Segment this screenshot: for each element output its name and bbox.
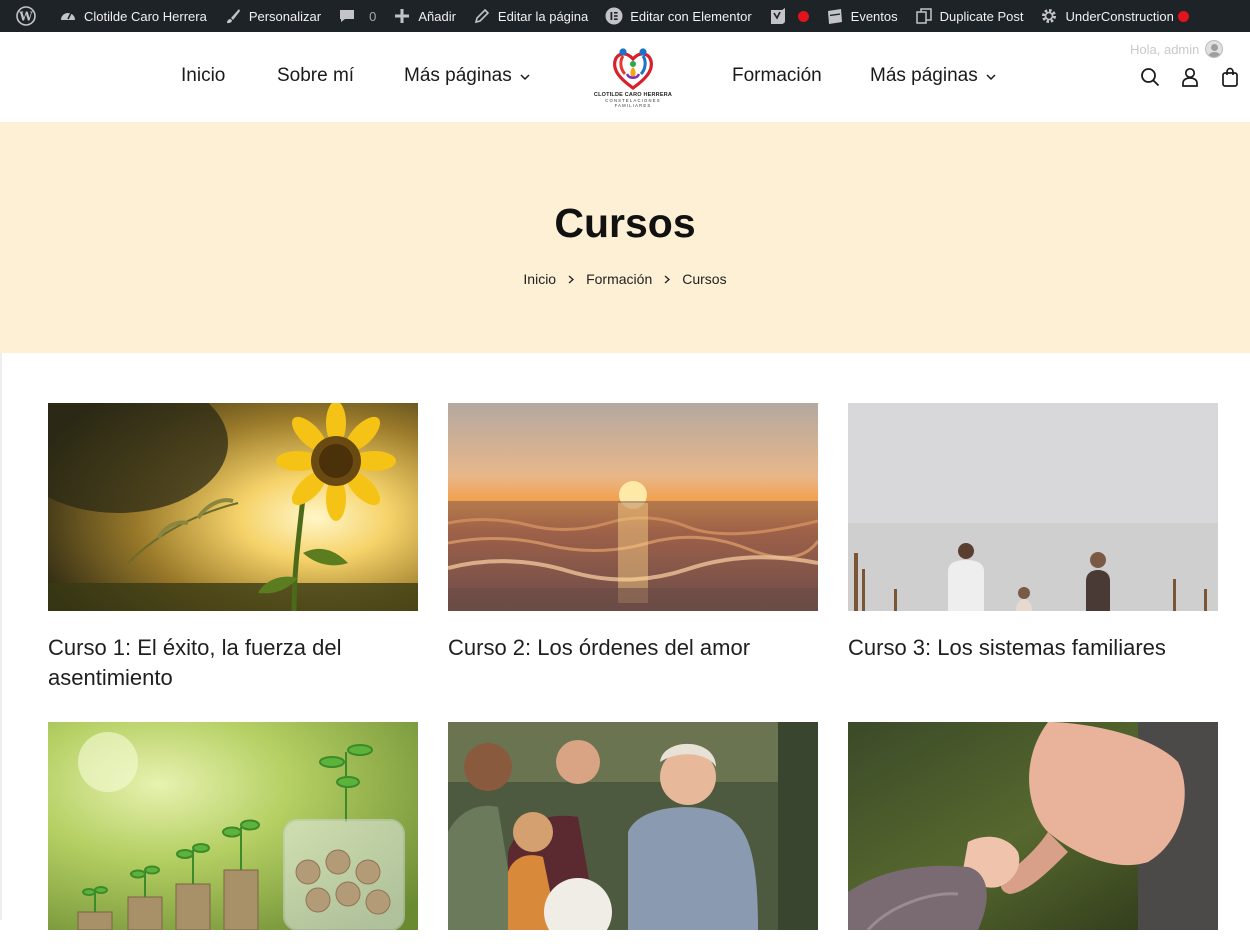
- course-grid: Curso 1: El éxito, la fuerza del asentim…: [0, 353, 1250, 930]
- course-image-holding-hands[interactable]: [848, 722, 1218, 930]
- elementor-icon: [604, 6, 624, 26]
- nav-item-label: Sobre mí: [277, 65, 355, 86]
- nav-item-sobre-mi[interactable]: Sobre mí: [277, 65, 354, 87]
- pencil-icon: [472, 6, 492, 26]
- avatar: [1205, 40, 1224, 58]
- heart-family-logo-icon: [613, 48, 653, 90]
- admin-bar-comments[interactable]: 0: [329, 0, 384, 32]
- add-new-label: Añadir: [418, 8, 456, 24]
- chevron-down-icon: [520, 65, 530, 87]
- nav-item-mas-paginas-right[interactable]: Más páginas: [870, 65, 996, 87]
- dashboard-icon: [58, 6, 78, 26]
- nav-item-inicio[interactable]: Inicio: [181, 65, 225, 87]
- edit-elementor-label: Editar con Elementor: [630, 8, 752, 24]
- course-card[interactable]: Curso 1: El éxito, la fuerza del asentim…: [48, 403, 418, 693]
- plus-icon: [392, 6, 412, 26]
- breadcrumb-link-inicio[interactable]: Inicio: [523, 271, 556, 287]
- comments-count: 0: [369, 8, 377, 24]
- under-construction-label: UnderConstruction: [1065, 8, 1174, 24]
- course-image-ocean-sunset[interactable]: [448, 403, 818, 611]
- customize-label: Personalizar: [248, 8, 322, 24]
- course-title[interactable]: Curso 2: Los órdenes del amor: [448, 633, 818, 663]
- chevron-down-icon: [986, 65, 996, 87]
- nav-item-label: Inicio: [181, 65, 226, 86]
- brush-icon: [223, 6, 243, 26]
- course-title[interactable]: Curso 1: El éxito, la fuerza del asentim…: [48, 633, 418, 693]
- admin-bar: W Clotilde Caro Herrera Personalizar 0 A…: [0, 0, 1250, 32]
- duplicate-post-label: Duplicate Post: [939, 8, 1024, 24]
- site-header: Inicio Sobre mí Más páginas CLOTILDE CAR…: [0, 32, 1250, 122]
- chevron-right-icon: [568, 271, 575, 287]
- course-image-coin-plants[interactable]: [48, 722, 418, 930]
- gear-icon: [1039, 6, 1059, 26]
- admin-bar-edit-elementor[interactable]: Editar con Elementor: [596, 0, 759, 32]
- duplicate-icon: [914, 6, 934, 26]
- user-icon: [1182, 67, 1198, 87]
- course-image-sunflower-sunset[interactable]: [48, 403, 418, 611]
- svg-text:W: W: [18, 10, 33, 24]
- nav-item-formacion[interactable]: Formación: [732, 65, 822, 87]
- page-hero: Cursos Inicio Formación Cursos: [0, 122, 1250, 353]
- account-button[interactable]: [1179, 66, 1201, 88]
- site-name-label: Clotilde Caro Herrera: [84, 8, 207, 24]
- breadcrumb-current: Cursos: [682, 271, 727, 287]
- nav-item-label: Formación: [732, 65, 822, 86]
- course-card[interactable]: Curso 3: Los sistemas familiares: [848, 403, 1218, 663]
- search-button[interactable]: [1139, 66, 1161, 88]
- nav-item-label: Más páginas: [404, 65, 512, 86]
- comment-icon: [337, 6, 357, 26]
- site-logo[interactable]: CLOTILDE CARO HERRERA CONSTELACIONES FAM…: [590, 46, 676, 112]
- course-image-family-laughing[interactable]: [448, 722, 818, 930]
- course-card[interactable]: [48, 722, 418, 952]
- shopping-bag-icon: [1222, 67, 1238, 87]
- admin-bar-customize[interactable]: Personalizar: [215, 0, 329, 32]
- course-card[interactable]: [448, 722, 818, 952]
- nav-item-label: Más páginas: [870, 65, 978, 86]
- admin-greeting[interactable]: Hola, admin: [1130, 40, 1224, 58]
- breadcrumb: Inicio Formación Cursos: [0, 271, 1250, 287]
- calendar-icon: [825, 6, 845, 26]
- admin-bar-under-construction[interactable]: UnderConstruction: [1031, 0, 1196, 32]
- admin-bar-add-new[interactable]: Añadir: [384, 0, 464, 32]
- course-title[interactable]: Curso 3: Los sistemas familiares: [848, 633, 1218, 663]
- course-image-family-walking[interactable]: [848, 403, 1218, 611]
- yoast-icon: [768, 6, 788, 26]
- under-construction-status-dot: [1177, 10, 1189, 22]
- admin-bar-duplicate-post[interactable]: Duplicate Post: [906, 0, 1032, 32]
- nav-item-mas-paginas-left[interactable]: Más páginas: [404, 65, 530, 87]
- course-card[interactable]: Curso 2: Los órdenes del amor: [448, 403, 818, 663]
- admin-bar-events[interactable]: Eventos: [817, 0, 906, 32]
- admin-bar-edit-page[interactable]: Editar la página: [464, 0, 596, 32]
- course-card[interactable]: [848, 722, 1218, 952]
- chevron-right-icon: [664, 271, 671, 287]
- admin-bar-site-name[interactable]: Clotilde Caro Herrera: [50, 0, 215, 32]
- wordpress-logo-button[interactable]: W: [8, 0, 50, 32]
- wordpress-icon: W: [16, 6, 36, 26]
- page-title: Cursos: [554, 200, 696, 246]
- edit-page-label: Editar la página: [497, 8, 589, 24]
- cart-button[interactable]: [1219, 66, 1241, 88]
- greeting-label: Hola, admin: [1130, 41, 1200, 57]
- admin-bar-yoast[interactable]: [760, 0, 817, 32]
- search-icon: [1141, 68, 1160, 87]
- breadcrumb-link-formacion[interactable]: Formación: [586, 271, 652, 287]
- events-label: Eventos: [850, 8, 898, 24]
- logo-tagline: CONSTELACIONES FAMILIARES: [605, 98, 661, 108]
- yoast-status-dot: [797, 10, 809, 22]
